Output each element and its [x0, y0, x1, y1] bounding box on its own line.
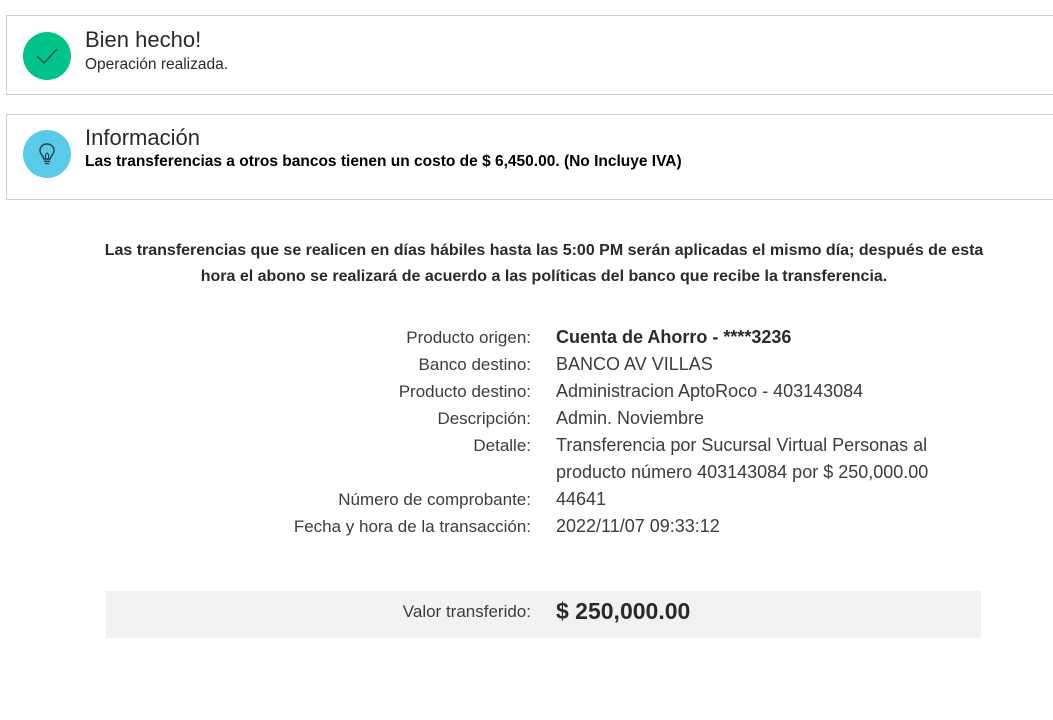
schedule-notice: Las transferencias que se realicen en dí…	[104, 242, 984, 285]
row-fecha: Fecha y hora de la transacción: 2022/11/…	[0, 513, 1053, 540]
success-title: Bien hecho!	[85, 27, 202, 52]
descripcion-value: Admin. Noviembre	[556, 408, 705, 428]
row-detalle: Detalle: Transferencia por Sucursal Virt…	[0, 432, 1053, 486]
detalle-value: Transferencia por Sucursal Virtual Perso…	[556, 435, 929, 482]
comprobante-label: Número de comprobante:	[338, 490, 531, 509]
row-comprobante: Número de comprobante: 44641	[0, 486, 1053, 513]
info-message: Las transferencias a otros bancos tienen…	[85, 153, 682, 170]
total-transferred: Valor transferido: $ 250,000.00	[106, 591, 981, 638]
check-icon	[23, 32, 71, 80]
row-descripcion: Descripción: Admin. Noviembre	[0, 405, 1053, 432]
success-alert: Bien hecho! Operación realizada.	[6, 15, 1053, 95]
producto-destino-value: Administracion AptoRoco - 403143084	[556, 381, 864, 401]
total-value: $ 250,000.00	[556, 598, 691, 624]
success-message: Operación realizada.	[85, 56, 229, 73]
banco-destino-label: Banco destino:	[418, 355, 531, 374]
comprobante-value: 44641	[556, 489, 607, 509]
descripcion-label: Descripción:	[437, 409, 531, 428]
info-alert: Información Las transferencias a otros b…	[6, 114, 1053, 200]
lightbulb-icon	[23, 130, 71, 178]
banco-destino-value: BANCO AV VILLAS	[556, 354, 713, 374]
row-banco-destino: Banco destino: BANCO AV VILLAS	[0, 351, 1053, 378]
producto-origen-label: Producto origen:	[406, 328, 531, 347]
transaction-details: Producto origen: Cuenta de Ahorro - ****…	[0, 324, 1053, 540]
total-label: Valor transferido:	[402, 602, 531, 621]
producto-origen-value: Cuenta de Ahorro - ****3236	[556, 327, 792, 347]
detalle-label: Detalle:	[473, 436, 531, 455]
fecha-value: 2022/11/07 09:33:12	[556, 516, 720, 536]
row-producto-destino: Producto destino: Administracion AptoRoc…	[0, 378, 1053, 405]
fecha-label: Fecha y hora de la transacción:	[293, 517, 531, 536]
row-producto-origen: Producto origen: Cuenta de Ahorro - ****…	[0, 324, 1053, 351]
info-title: Información	[85, 125, 200, 150]
producto-destino-label: Producto destino:	[398, 382, 531, 401]
